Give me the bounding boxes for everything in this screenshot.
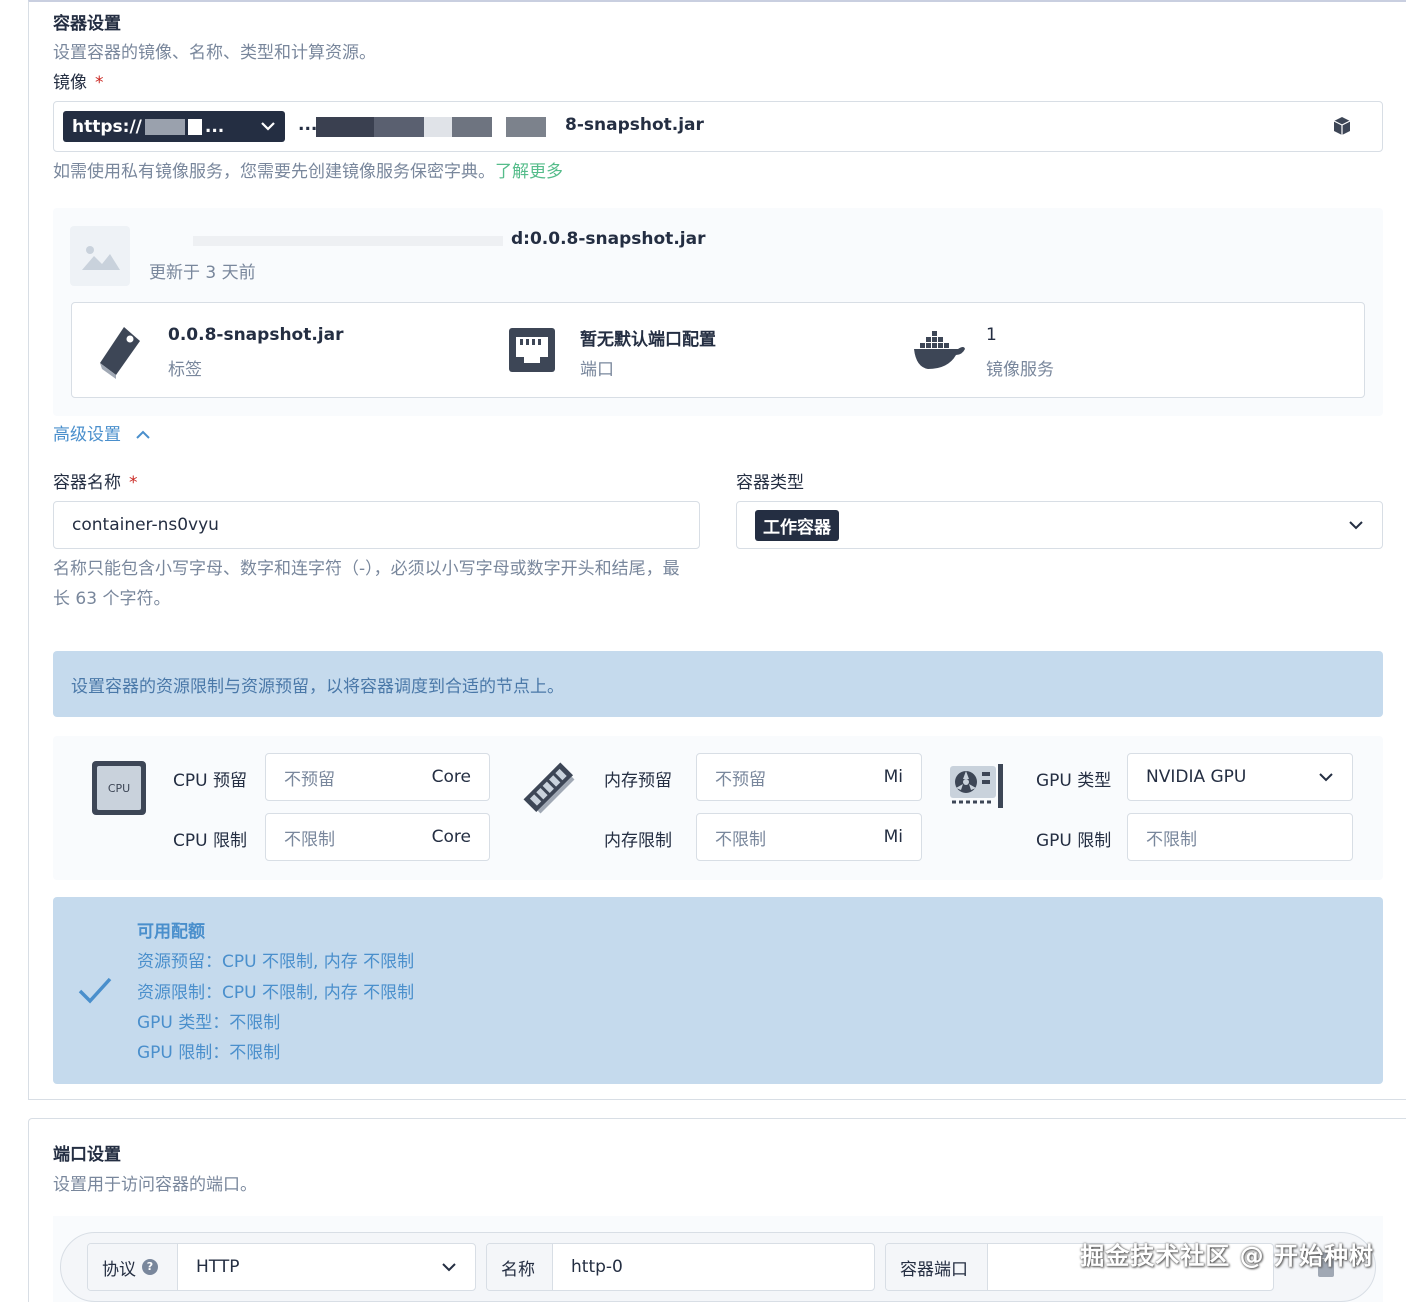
port-label: 端口 bbox=[580, 360, 614, 380]
cpu-reserve-label: CPU 预留 bbox=[173, 771, 247, 791]
protocol-caption: 协议 ? bbox=[88, 1244, 178, 1290]
cube-icon[interactable] bbox=[1331, 115, 1353, 141]
port-settings-description: 设置用于访问容器的端口。 bbox=[53, 1175, 257, 1195]
port-settings-title: 端口设置 bbox=[53, 1145, 121, 1165]
port-value: 暂无默认端口配置 bbox=[580, 330, 716, 350]
container-name-label: 容器名称 * bbox=[53, 473, 138, 493]
quota-limit: 资源限制：CPU 不限制, 内存 不限制 bbox=[137, 983, 415, 1003]
gpu-limit-placeholder: 不限制 bbox=[1146, 829, 1197, 850]
memory-reserve-input[interactable]: 不预留 Mi bbox=[696, 753, 922, 801]
gpu-card-icon bbox=[948, 762, 1004, 814]
available-quota: 可用配额 资源预留：CPU 不限制, 内存 不限制 资源限制：CPU 不限制, … bbox=[53, 897, 1383, 1084]
advanced-settings-toggle[interactable]: 高级设置 bbox=[53, 420, 151, 445]
cpu-icon: CPU bbox=[91, 760, 147, 820]
check-icon bbox=[77, 975, 113, 1009]
image-input[interactable]: https:// ... ... 8-snapshot.jar bbox=[53, 101, 1383, 152]
resource-settings: CPU CPU 预留 不预留 Core CPU 限制 不限制 Core 内存预留… bbox=[53, 736, 1383, 880]
registry-info: 1 镜像服务 bbox=[912, 303, 1342, 399]
image-info-box: 0.0.8-snapshot.jar 标签 暂无默认端口配置 端口 1 镜像服务 bbox=[71, 302, 1365, 398]
container-name-hint: 名称只能包含小写字母、数字和连字符（-），必须以小写字母或数字开头和结尾，最长 … bbox=[53, 559, 680, 609]
image-detail-card: d:0.0.8-snapshot.jar 更新于 3 天前 0.0.8-snap… bbox=[53, 208, 1383, 416]
registry-ellipsis: ... bbox=[204, 116, 225, 137]
quota-gpu-type: GPU 类型：不限制 bbox=[137, 1013, 281, 1033]
chevron-down-icon bbox=[441, 1257, 457, 1277]
chevron-up-icon bbox=[136, 425, 151, 445]
section-description: 设置容器的镜像、名称、类型和计算资源。 bbox=[53, 43, 376, 63]
cpu-limit-placeholder: 不限制 bbox=[284, 829, 335, 850]
private-registry-hint: 如需使用私有镜像服务，您需要先创建镜像服务保密字典。了解更多 bbox=[53, 162, 563, 182]
gpu-type-value: NVIDIA GPU bbox=[1146, 767, 1247, 787]
image-value: 8-snapshot.jar bbox=[565, 115, 704, 135]
container-type-value: 工作容器 bbox=[755, 509, 839, 541]
name-caption: 名称 bbox=[487, 1244, 553, 1290]
quota-reserve: 资源预留：CPU 不限制, 内存 不限制 bbox=[137, 952, 415, 972]
port-name-value-box: http-0 bbox=[553, 1244, 874, 1290]
container-type-label: 容器类型 bbox=[736, 473, 804, 493]
resource-info-banner: 设置容器的资源限制与资源预留，以将容器调度到合适的节点上。 bbox=[53, 651, 1383, 717]
tag-value: 0.0.8-snapshot.jar bbox=[168, 325, 344, 345]
image-value-fragment: ... bbox=[298, 115, 318, 135]
memory-unit: Mi bbox=[883, 827, 903, 847]
cpu-limit-label: CPU 限制 bbox=[173, 831, 247, 851]
tag-icon bbox=[96, 323, 144, 383]
ethernet-port-icon bbox=[508, 327, 556, 377]
port-info: 暂无默认端口配置 端口 bbox=[508, 303, 888, 399]
registry-label: 镜像服务 bbox=[986, 360, 1054, 380]
help-icon[interactable]: ? bbox=[142, 1259, 158, 1275]
watermark: 掘金技术社区 @ 开始种树 bbox=[1080, 1242, 1374, 1270]
memory-limit-input[interactable]: 不限制 Mi bbox=[696, 813, 922, 861]
cpu-unit: Core bbox=[431, 767, 471, 787]
chevron-down-icon bbox=[1348, 515, 1364, 535]
container-type-select[interactable]: 工作容器 bbox=[736, 501, 1383, 549]
svg-text:CPU: CPU bbox=[108, 782, 130, 795]
required-mark: * bbox=[95, 73, 104, 93]
memory-unit: Mi bbox=[883, 767, 903, 787]
section-title: 容器设置 bbox=[53, 14, 121, 34]
quota-gpu-limit: GPU 限制：不限制 bbox=[137, 1043, 281, 1063]
learn-more-link[interactable]: 了解更多 bbox=[495, 162, 563, 182]
docker-whale-icon bbox=[912, 331, 966, 375]
memory-limit-label: 内存限制 bbox=[604, 831, 672, 851]
gpu-limit-input[interactable]: 不限制 bbox=[1127, 813, 1353, 861]
image-placeholder-icon bbox=[70, 226, 130, 286]
memory-icon bbox=[519, 758, 579, 822]
quota-title: 可用配额 bbox=[137, 922, 205, 942]
cpu-limit-input[interactable]: 不限制 Core bbox=[265, 813, 490, 861]
memory-limit-placeholder: 不限制 bbox=[715, 829, 766, 850]
chevron-down-icon bbox=[1318, 767, 1334, 787]
tag-label: 标签 bbox=[168, 360, 202, 380]
image-label: 镜像 * bbox=[53, 73, 104, 93]
cpu-reserve-placeholder: 不预留 bbox=[284, 769, 335, 790]
registry-url: https:// bbox=[72, 116, 142, 137]
cpu-unit: Core bbox=[431, 827, 471, 847]
advanced-settings-label: 高级设置 bbox=[53, 425, 121, 445]
gpu-type-label: GPU 类型 bbox=[1036, 771, 1112, 791]
cpu-reserve-input[interactable]: 不预留 Core bbox=[265, 753, 490, 801]
registry-value: 1 bbox=[986, 325, 997, 345]
required-mark: * bbox=[129, 473, 138, 493]
protocol-select[interactable]: 协议 ? HTTP bbox=[87, 1243, 476, 1291]
port-name-input[interactable]: 名称 http-0 bbox=[486, 1243, 875, 1291]
registry-select-button[interactable]: https:// ... bbox=[63, 111, 285, 142]
container-port-caption: 容器端口 bbox=[886, 1244, 988, 1290]
image-name: d:0.0.8-snapshot.jar bbox=[511, 229, 706, 249]
image-updated: 更新于 3 天前 bbox=[149, 263, 256, 283]
memory-reserve-placeholder: 不预留 bbox=[715, 769, 766, 790]
protocol-value-box: HTTP bbox=[178, 1244, 475, 1290]
chevron-down-icon bbox=[260, 119, 276, 135]
memory-reserve-label: 内存预留 bbox=[604, 771, 672, 791]
gpu-limit-label: GPU 限制 bbox=[1036, 831, 1112, 851]
container-name-input[interactable]: container-ns0vyu bbox=[53, 501, 700, 549]
gpu-type-select[interactable]: NVIDIA GPU bbox=[1127, 753, 1353, 801]
protocol-label: 协议 bbox=[102, 1259, 136, 1280]
container-name-value: container-ns0vyu bbox=[72, 515, 219, 535]
protocol-value: HTTP bbox=[196, 1257, 240, 1277]
tag-info: 0.0.8-snapshot.jar 标签 bbox=[94, 303, 474, 399]
port-name-value: http-0 bbox=[571, 1257, 623, 1277]
